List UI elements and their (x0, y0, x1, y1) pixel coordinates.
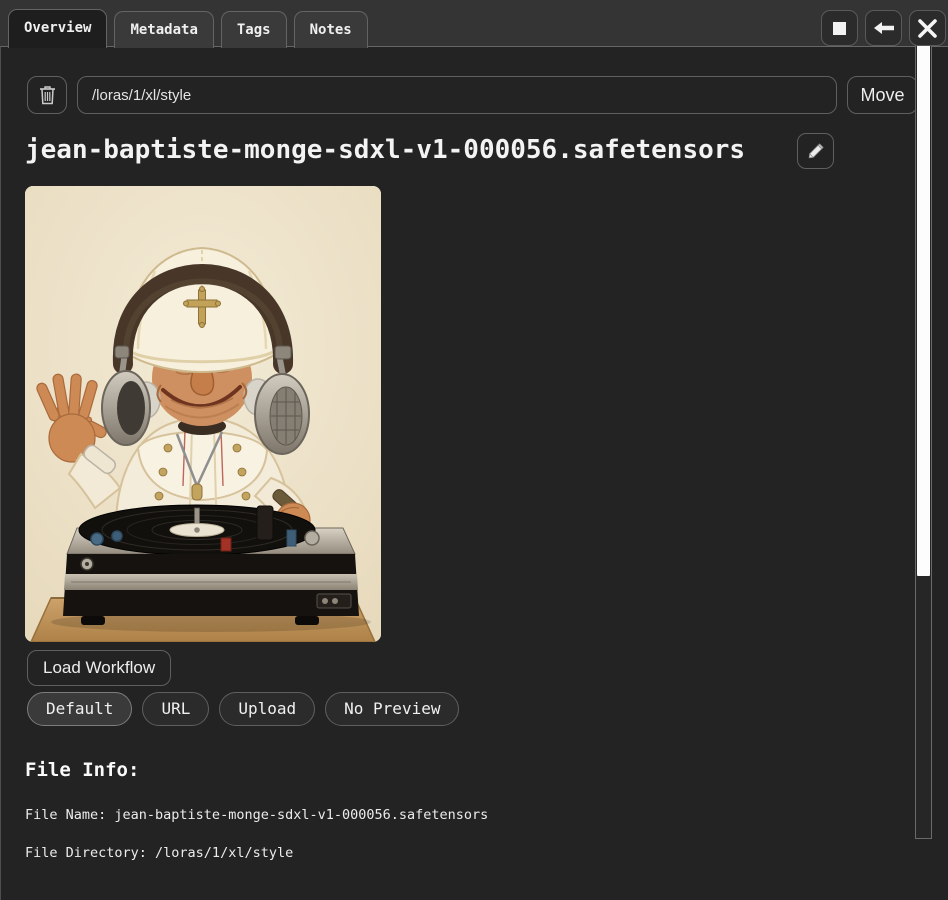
delete-button[interactable] (27, 76, 67, 114)
preview-source-upload[interactable]: Upload (219, 692, 315, 726)
tab-tags[interactable]: Tags (221, 11, 287, 48)
close-icon (918, 19, 937, 38)
tab-notes[interactable]: Notes (294, 11, 368, 48)
preview-image (25, 186, 381, 642)
window-controls (821, 10, 946, 46)
back-arrow-icon (873, 20, 895, 36)
file-directory-line: File Directory: /loras/1/xl/style (25, 845, 293, 861)
path-input[interactable] (77, 76, 837, 114)
tab-metadata[interactable]: Metadata (114, 11, 213, 48)
preview-source-no-preview[interactable]: No Preview (325, 692, 459, 726)
close-button[interactable] (909, 10, 946, 46)
file-title: jean-baptiste-monge-sdxl-v1-000056.safet… (25, 132, 745, 168)
preview-source-buttons: Default URL Upload No Preview (27, 692, 459, 726)
file-name-line: File Name: jean-baptiste-monge-sdxl-v1-0… (25, 807, 488, 823)
maximize-icon (832, 21, 847, 36)
back-button[interactable] (865, 10, 902, 46)
edit-name-button[interactable] (797, 133, 834, 169)
preview-source-url[interactable]: URL (142, 692, 209, 726)
scrollbar-thumb[interactable] (917, 16, 930, 576)
overview-panel: Move jean-baptiste-monge-sdxl-v1-000056.… (0, 46, 948, 900)
preview-source-default[interactable]: Default (27, 692, 132, 726)
move-button[interactable]: Move (847, 76, 918, 114)
load-workflow-button[interactable]: Load Workflow (27, 650, 171, 686)
maximize-button[interactable] (821, 10, 858, 46)
pencil-icon (807, 143, 824, 160)
tab-bar: Overview Metadata Tags Notes (8, 9, 368, 48)
window-header: Overview Metadata Tags Notes (0, 0, 948, 46)
file-info-heading: File Info: (25, 759, 139, 781)
tab-overview[interactable]: Overview (8, 9, 107, 48)
scrollbar-track[interactable] (915, 12, 932, 839)
trash-icon (39, 85, 56, 105)
pope-dj-illustration (25, 186, 381, 642)
